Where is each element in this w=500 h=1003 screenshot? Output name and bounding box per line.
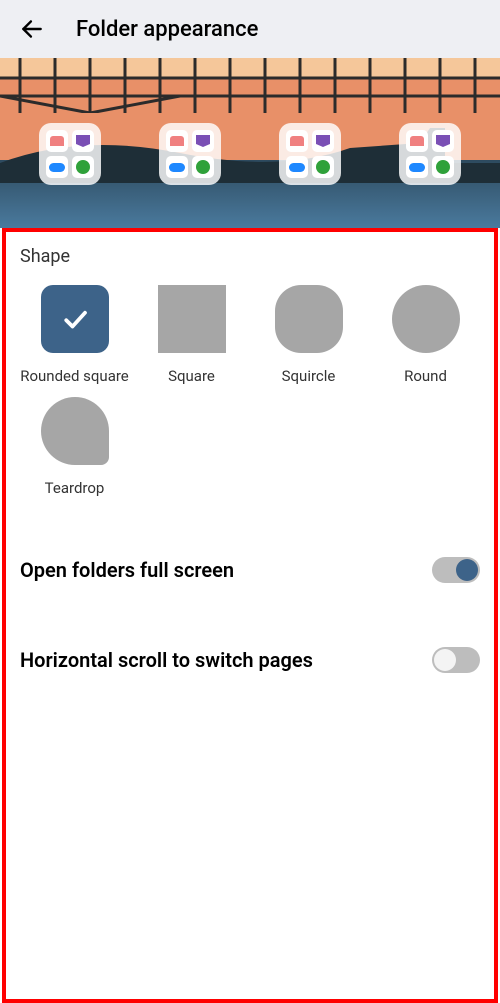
toggle-open-full-screen[interactable]: [432, 557, 480, 583]
app-icon: [72, 156, 94, 178]
app-icon: [46, 130, 68, 152]
shape-swatch: [41, 285, 109, 353]
app-icon: [72, 130, 94, 152]
shape-option-squircle[interactable]: Squircle: [254, 285, 363, 385]
shape-options-grid: Rounded square Square Squircle Round Tea…: [20, 285, 480, 497]
folder-preview-item: [159, 123, 221, 185]
setting-horizontal-scroll: Horizontal scroll to switch pages: [0, 613, 500, 703]
shape-swatch: [392, 285, 460, 353]
setting-label: Horizontal scroll to switch pages: [20, 648, 313, 672]
back-button[interactable]: [16, 13, 48, 45]
folder-preview-item: [399, 123, 461, 185]
shape-label: Teardrop: [45, 479, 105, 497]
arrow-left-icon: [19, 16, 45, 42]
shape-label: Rounded square: [20, 367, 129, 385]
shape-section: Shape Rounded square Square Squircle: [0, 228, 500, 497]
bridge-silhouette: [0, 58, 500, 113]
setting-open-full-screen: Open folders full screen: [0, 527, 500, 613]
app-icon: [432, 156, 454, 178]
shape-section-title: Shape: [20, 246, 480, 267]
toggle-knob: [434, 649, 456, 671]
app-icon: [432, 130, 454, 152]
page-title: Folder appearance: [76, 17, 258, 42]
shape-option-round[interactable]: Round: [371, 285, 480, 385]
shape-swatch: [41, 397, 109, 465]
setting-label: Open folders full screen: [20, 558, 234, 582]
toggle-knob: [456, 559, 478, 581]
app-icon: [406, 156, 428, 178]
app-icon: [166, 156, 188, 178]
folder-preview-item: [39, 123, 101, 185]
shape-label: Round: [404, 367, 447, 385]
app-icon: [192, 130, 214, 152]
folder-preview-item: [279, 123, 341, 185]
app-header: Folder appearance: [0, 0, 500, 58]
shape-option-rounded-square[interactable]: Rounded square: [20, 285, 129, 385]
shape-swatch: [275, 285, 343, 353]
shape-option-square[interactable]: Square: [137, 285, 246, 385]
app-icon: [406, 130, 428, 152]
wallpaper-preview: [0, 58, 500, 228]
settings-content: Shape Rounded square Square Squircle: [0, 228, 500, 703]
shape-label: Squircle: [282, 367, 336, 385]
app-icon: [312, 156, 334, 178]
app-icon: [192, 156, 214, 178]
folder-preview-row: [0, 123, 500, 185]
shape-label: Square: [168, 367, 215, 385]
app-icon: [286, 130, 308, 152]
shape-swatch: [158, 285, 226, 353]
app-icon: [286, 156, 308, 178]
app-icon: [312, 130, 334, 152]
check-icon: [60, 304, 90, 334]
shape-option-teardrop[interactable]: Teardrop: [20, 397, 129, 497]
app-icon: [166, 130, 188, 152]
toggle-horizontal-scroll[interactable]: [432, 647, 480, 673]
app-icon: [46, 156, 68, 178]
